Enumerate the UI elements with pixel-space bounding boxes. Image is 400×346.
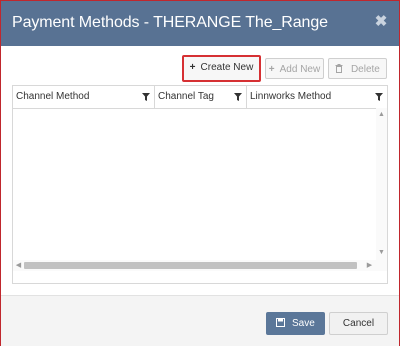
- column-label: Channel Method: [16, 91, 90, 102]
- cancel-button[interactable]: Cancel: [329, 312, 388, 335]
- column-header-linnworks-method[interactable]: Linnworks Method: [247, 86, 387, 108]
- payment-methods-dialog: Payment Methods - THERANGE The_Range ✖ +…: [0, 0, 400, 346]
- scroll-up-icon[interactable]: ▲: [376, 111, 387, 119]
- create-new-button[interactable]: + Create New: [182, 55, 261, 82]
- filter-icon[interactable]: [375, 93, 383, 101]
- column-label: Linnworks Method: [250, 91, 332, 102]
- floppy-disk-icon: [276, 318, 292, 329]
- scroll-right-icon[interactable]: ▶: [364, 262, 375, 270]
- horizontal-scrollbar[interactable]: ◀ ▶: [13, 260, 387, 271]
- close-icon[interactable]: ✖: [374, 14, 388, 29]
- delete-label: Delete: [350, 64, 380, 75]
- scroll-left-icon[interactable]: ◀: [13, 262, 24, 270]
- scroll-down-icon[interactable]: ▼: [376, 249, 387, 257]
- add-new-label: Add New: [279, 64, 321, 75]
- save-label: Save: [291, 318, 315, 329]
- delete-button[interactable]: Delete: [328, 58, 387, 79]
- trash-icon: [335, 64, 346, 75]
- save-button[interactable]: Save: [266, 312, 325, 335]
- dialog-body: + Create New + Add New Delete Channel Meth…: [1, 46, 399, 295]
- filter-icon[interactable]: [234, 93, 242, 101]
- create-new-label: Create New: [200, 62, 254, 73]
- grid-toolbar: + Create New + Add New Delete: [1, 46, 399, 84]
- plus-icon: +: [268, 64, 275, 75]
- dialog-footer: Save Cancel: [1, 295, 399, 346]
- dialog-titlebar: Payment Methods - THERANGE The_Range ✖: [1, 1, 399, 46]
- payment-methods-grid: Channel Method Channel Tag Linnworks Met…: [12, 85, 388, 284]
- grid-header: Channel Method Channel Tag Linnworks Met…: [13, 86, 387, 109]
- dialog-title: Payment Methods - THERANGE The_Range: [12, 14, 328, 31]
- column-header-channel-method[interactable]: Channel Method: [13, 86, 155, 108]
- vertical-scrollbar[interactable]: ▲ ▼: [376, 108, 387, 260]
- plus-icon: +: [189, 62, 196, 73]
- add-new-button[interactable]: + Add New: [265, 58, 324, 79]
- horizontal-scroll-thumb[interactable]: [24, 262, 357, 269]
- column-header-channel-tag[interactable]: Channel Tag: [155, 86, 247, 108]
- filter-icon[interactable]: [142, 93, 150, 101]
- column-label: Channel Tag: [158, 91, 214, 102]
